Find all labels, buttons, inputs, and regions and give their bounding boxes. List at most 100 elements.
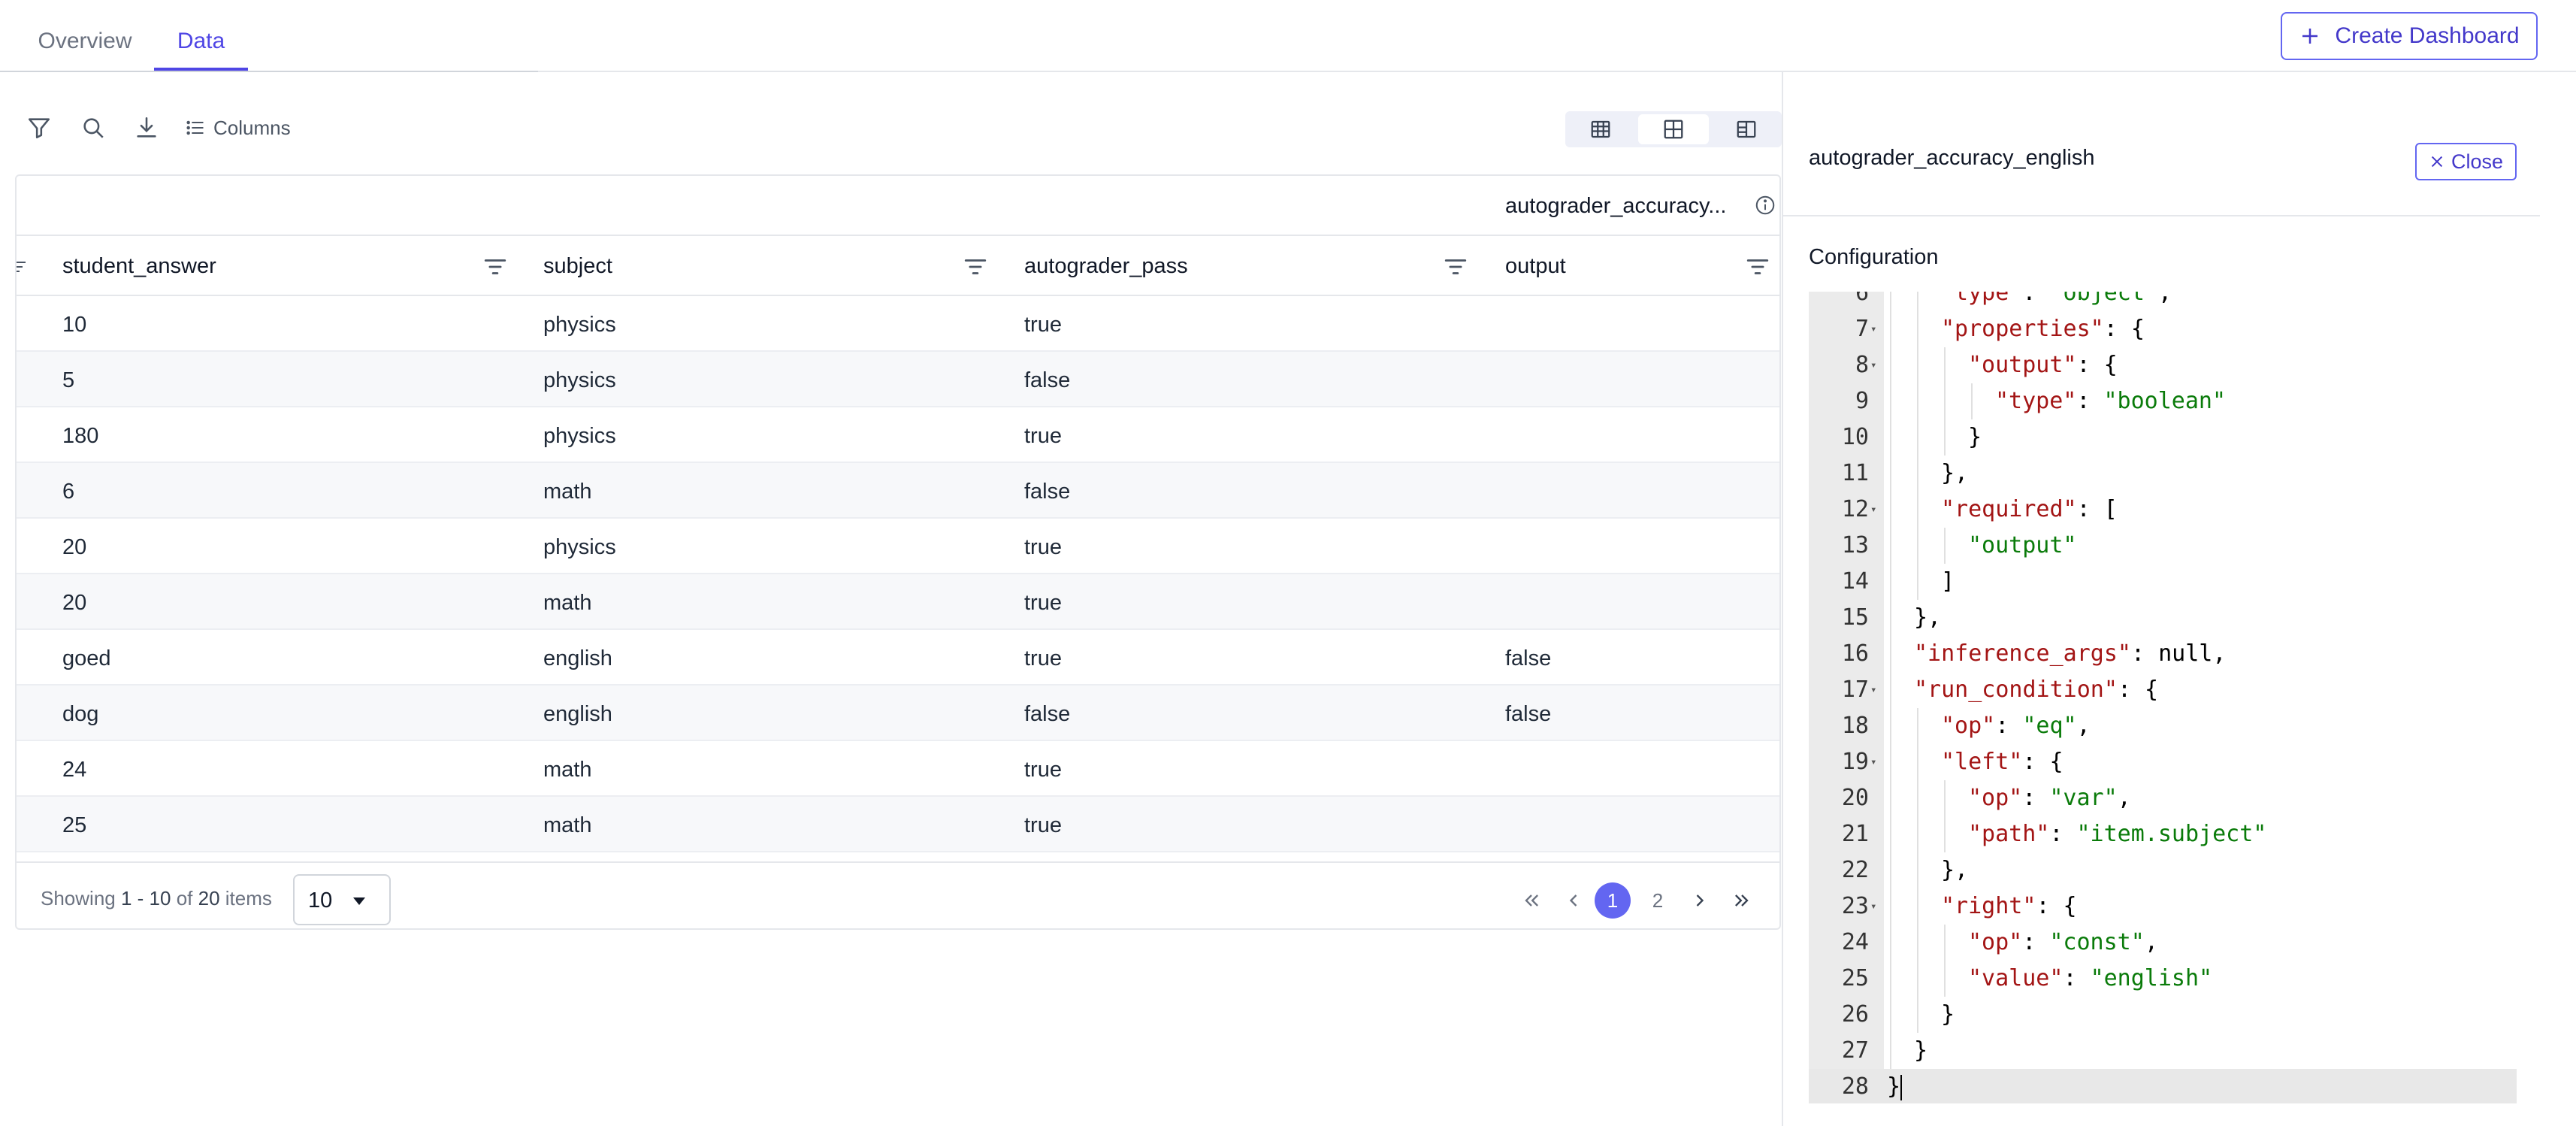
code-text: "op": "var", (1968, 785, 2131, 811)
code-line: 15}, (1809, 600, 2517, 636)
code-text: }, (1914, 604, 1942, 631)
search-icon[interactable] (78, 113, 108, 143)
close-button[interactable]: Close (2415, 143, 2517, 180)
code-text: "path": "item.subject" (1968, 821, 2267, 847)
fold-toggle-icon[interactable]: ▾ (1870, 347, 1876, 383)
indent-guide (1890, 347, 1891, 383)
table-row[interactable]: 10 physics true (17, 296, 1779, 352)
code-line: 21 "path": "item.subject" (1809, 816, 2517, 852)
indent-guide (1890, 961, 1891, 997)
first-page-button[interactable] (1516, 885, 1547, 916)
list-icon (186, 120, 204, 135)
column-header-output[interactable]: output (1505, 236, 1566, 296)
table-footer: Showing 1 - 10 of 20 items 10 1 2 (17, 861, 1779, 928)
table-view-toggle[interactable] (1565, 111, 1635, 147)
table-row[interactable]: 25 math true (17, 797, 1779, 852)
line-number: 6 (1855, 292, 1869, 306)
indent-guide (1917, 419, 1918, 456)
tab-overview[interactable]: Overview (38, 0, 132, 72)
indent-guide (1890, 997, 1891, 1033)
next-page-button[interactable] (1685, 885, 1715, 916)
code-line: 27} (1809, 1033, 2517, 1069)
line-number: 13 (1841, 532, 1869, 558)
code-text: "required": [ (1941, 496, 2118, 522)
info-icon[interactable] (1754, 194, 1776, 216)
columns-button[interactable]: Columns (185, 113, 291, 143)
indent-guide (1944, 780, 1946, 816)
table-cell-autograder-pass: true (1024, 813, 1062, 837)
configuration-label: Configuration (1809, 245, 1939, 269)
table-row[interactable]: 24 math true (17, 741, 1779, 797)
fold-toggle-icon[interactable]: ▾ (1870, 311, 1876, 347)
last-page-button[interactable] (1727, 885, 1757, 916)
view-mode-switch (1565, 111, 1782, 147)
column-filter-icon[interactable] (1443, 254, 1468, 280)
table-row[interactable]: goed english true false (17, 630, 1779, 686)
table-row[interactable]: 5 physics false (17, 352, 1779, 407)
table-row[interactable]: 20 physics true (17, 519, 1779, 574)
table-cell-autograder-pass: true (1024, 424, 1062, 448)
truncated-filter-icon[interactable] (17, 254, 27, 280)
indent-guide (1890, 528, 1891, 564)
panel-title: autograder_accuracy_english (1809, 146, 2095, 170)
table-cell-subject: math (543, 591, 592, 615)
column-header-student-answer[interactable]: student_answer (62, 236, 216, 296)
table-row[interactable]: dog english false false (17, 686, 1779, 741)
grid-view-toggle[interactable] (1638, 114, 1709, 144)
table-cell-subject: physics (543, 313, 616, 337)
fold-toggle-icon[interactable]: ▾ (1870, 672, 1876, 708)
code-line: 25 "value": "english" (1809, 961, 2517, 997)
fold-toggle-icon[interactable]: ▾ (1870, 744, 1876, 780)
indent-guide (1890, 292, 1891, 311)
table-cell-output: false (1505, 646, 1552, 670)
tab-data[interactable]: Data (154, 0, 248, 72)
table-row[interactable]: 6 math false (17, 463, 1779, 519)
indent-guide (1890, 383, 1891, 419)
create-dashboard-button[interactable]: Create Dashboard (2281, 12, 2538, 60)
table-cell-autograder-pass: true (1024, 758, 1062, 782)
code-line: 28} (1809, 1069, 2517, 1103)
split-view-toggle[interactable] (1712, 111, 1782, 147)
table-cell-student-answer: dog (62, 702, 99, 726)
table-cell-student-answer: 6 (62, 480, 75, 504)
page-button-1[interactable]: 1 (1595, 882, 1631, 919)
code-text: "left": { (1941, 749, 2064, 775)
line-number: 11 (1841, 460, 1869, 486)
code-text: } (1914, 1037, 1928, 1064)
column-header-subject[interactable]: subject (543, 236, 612, 296)
table-row[interactable]: 20 math true (17, 574, 1779, 630)
table-cell-subject: physics (543, 368, 616, 392)
table-cell-autograder-pass: true (1024, 535, 1062, 559)
page-button-2[interactable]: 2 (1643, 885, 1673, 916)
column-filter-icon[interactable] (482, 254, 508, 280)
table-cell-student-answer: 24 (62, 758, 87, 782)
table-row[interactable]: 180 physics true (17, 407, 1779, 463)
indent-guide (1917, 564, 1918, 600)
line-number: 25 (1841, 965, 1869, 991)
code-text: } (1887, 1073, 1903, 1100)
column-group-header: autograder_accuracy... (17, 176, 1779, 236)
prev-page-button[interactable] (1559, 885, 1589, 916)
code-text: "output": { (1968, 352, 2118, 378)
indent-guide (1917, 744, 1918, 780)
create-dashboard-label: Create Dashboard (2335, 23, 2520, 48)
code-text: "op": "eq", (1941, 713, 2091, 739)
code-line: 8 ▾ "output": { (1809, 347, 2517, 383)
table-cell-autograder-pass: false (1024, 702, 1071, 726)
page-size-select[interactable]: 10 (293, 874, 391, 925)
column-filter-icon[interactable] (963, 254, 988, 280)
top-bar: Overview Data Create Dashboard (0, 0, 2576, 72)
code-editor[interactable]: 6 "type": "object", 7 ▾ "properties": {8 ▾ "ou… (1809, 292, 2517, 1103)
line-number: 24 (1841, 929, 1869, 955)
chevron-left-icon (1569, 894, 1577, 907)
code-text: "value": "english" (1968, 965, 2213, 991)
download-icon[interactable] (132, 113, 162, 143)
indent-guide (1917, 528, 1918, 564)
column-filter-icon[interactable] (1745, 254, 1770, 280)
code-line: 24 "op": "const", (1809, 925, 2517, 961)
column-header-autograder-pass[interactable]: autograder_pass (1024, 236, 1188, 296)
filter-icon[interactable] (24, 113, 54, 143)
table-view-icon (1591, 120, 1610, 138)
fold-toggle-icon[interactable]: ▾ (1870, 492, 1876, 528)
fold-toggle-icon[interactable]: ▾ (1870, 888, 1876, 925)
